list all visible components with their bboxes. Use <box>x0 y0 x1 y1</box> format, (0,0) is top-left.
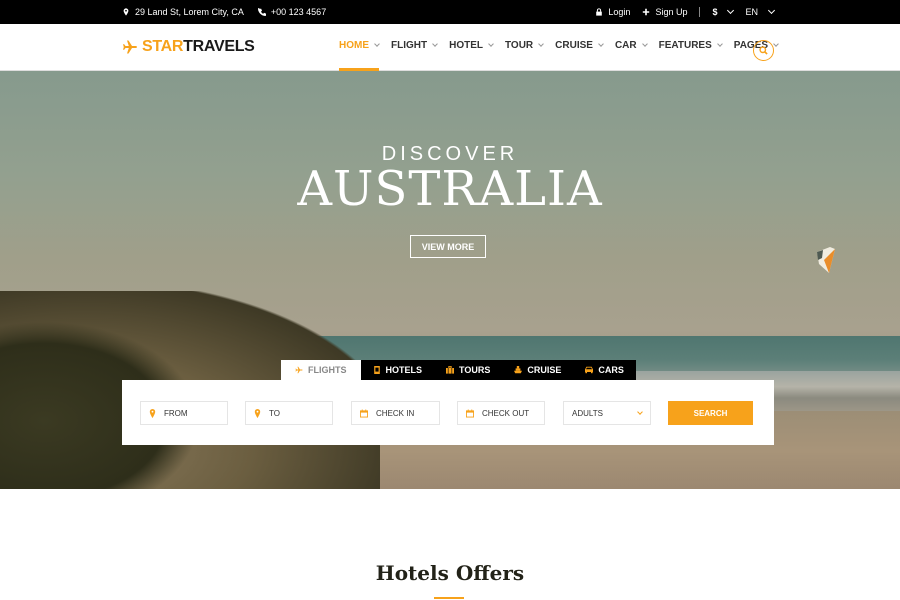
currency-dropdown[interactable]: $ <box>712 6 735 17</box>
nav-tour[interactable]: TOUR <box>505 22 544 69</box>
chevron-down-icon <box>637 408 643 415</box>
from-field[interactable]: FROM <box>140 401 228 425</box>
nav-label: HOTEL <box>449 40 483 51</box>
tab-label: CARS <box>598 365 624 375</box>
hotel-icon <box>373 366 380 374</box>
login-label: Login <box>608 7 631 17</box>
signup-link[interactable]: Sign Up <box>642 7 687 17</box>
booking-form: FROM TO CHECK IN CHECK OUT ADULTS SEARCH <box>122 380 774 445</box>
view-more-button[interactable]: VIEW MORE <box>410 235 486 258</box>
tab-label: HOTELS <box>385 365 423 375</box>
currency-label: $ <box>712 7 718 17</box>
main-nav: HOME FLIGHT HOTEL TOUR CRUISE CAR FEATUR… <box>339 24 790 71</box>
chevron-down-icon <box>488 41 494 47</box>
tab-label: FLIGHTS <box>308 365 347 375</box>
search-button[interactable] <box>753 40 774 61</box>
signup-label: Sign Up <box>655 7 688 17</box>
lock-icon <box>596 8 603 16</box>
search-icon <box>759 46 768 55</box>
nav-label: TOUR <box>505 40 534 51</box>
nav-cruise[interactable]: CRUISE <box>555 22 604 69</box>
car-icon <box>585 366 594 374</box>
nav-car[interactable]: CAR <box>614 22 648 69</box>
calendar-icon <box>466 409 474 417</box>
to-placeholder: TO <box>269 408 280 418</box>
tab-tours[interactable]: TOURS <box>434 360 503 380</box>
kite-image <box>817 247 835 273</box>
phone-info: +00 123 4567 <box>257 7 327 17</box>
tab-label: TOURS <box>459 365 491 375</box>
divider <box>699 7 701 17</box>
tab-label: CRUISE <box>527 365 562 375</box>
plane-icon <box>295 366 303 374</box>
plus-icon <box>643 8 650 16</box>
nav-home[interactable]: HOME <box>339 22 380 71</box>
adults-select[interactable]: ADULTS <box>563 401 651 425</box>
calendar-icon <box>360 409 368 417</box>
adults-value: ADULTS <box>572 408 603 418</box>
nav-hotel[interactable]: HOTEL <box>449 22 494 69</box>
chevron-down-icon <box>773 41 779 47</box>
login-link[interactable]: Login <box>595 7 630 17</box>
check-in-field[interactable]: CHECK IN <box>351 401 440 425</box>
check-in-placeholder: CHECK IN <box>376 408 415 418</box>
logo-text-star: STAR <box>142 38 184 55</box>
check-out-placeholder: CHECK OUT <box>482 408 530 418</box>
logo[interactable]: STAR TRAVELS <box>122 38 255 56</box>
chevron-down-icon <box>374 41 380 47</box>
language-dropdown[interactable]: EN <box>745 6 776 17</box>
chevron-down-icon <box>641 41 648 47</box>
top-bar: 29 Land St, Lorem City, CA +00 123 4567 … <box>0 0 900 24</box>
check-out-field[interactable]: CHECK OUT <box>457 401 545 425</box>
nav-label: CAR <box>614 40 637 51</box>
tab-cars[interactable]: CARS <box>573 360 636 380</box>
tab-flights[interactable]: FLIGHTS <box>281 360 361 380</box>
map-pin-icon <box>123 8 129 16</box>
nav-label: FLIGHT <box>391 40 428 51</box>
phone-text: +00 123 4567 <box>270 7 327 17</box>
chevron-down-icon <box>432 41 438 47</box>
chevron-down-icon <box>538 41 544 47</box>
hero-title: AUSTRALIA <box>297 161 603 217</box>
chevron-down-icon <box>716 41 723 47</box>
tab-cruise[interactable]: CRUISE <box>502 360 574 380</box>
title-underline <box>434 597 464 599</box>
to-field[interactable]: TO <box>245 401 333 425</box>
main-header: STAR TRAVELS HOME FLIGHT HOTEL TOUR CRUIS… <box>0 24 900 71</box>
plane-icon <box>123 40 137 54</box>
ship-icon <box>514 366 523 374</box>
search-submit-button[interactable]: SEARCH <box>668 401 753 425</box>
chevron-down-icon <box>727 6 735 15</box>
suitcase-icon <box>446 366 455 374</box>
phone-icon <box>257 8 266 16</box>
from-placeholder: FROM <box>164 408 188 418</box>
booking-tabs: FLIGHTS HOTELS TOURS CRUISE CARS <box>281 360 636 380</box>
nav-features[interactable]: FEATURES <box>658 22 723 69</box>
section-title: Hotels Offers <box>375 561 525 585</box>
chevron-down-icon <box>767 6 776 15</box>
map-pin-icon <box>149 408 156 418</box>
address-info: 29 Land St, Lorem City, CA <box>122 7 244 17</box>
language-label: EN <box>745 7 758 17</box>
map-pin-icon <box>254 408 261 418</box>
nav-flight[interactable]: FLIGHT <box>391 22 438 69</box>
address-text: 29 Land St, Lorem City, CA <box>135 7 244 17</box>
nav-label: FEATURES <box>658 40 712 51</box>
nav-label: CRUISE <box>555 40 593 51</box>
nav-label: HOME <box>339 40 369 51</box>
tab-hotels[interactable]: HOTELS <box>360 360 435 380</box>
chevron-down-icon <box>598 41 604 47</box>
logo-text-travels: TRAVELS <box>183 38 255 55</box>
